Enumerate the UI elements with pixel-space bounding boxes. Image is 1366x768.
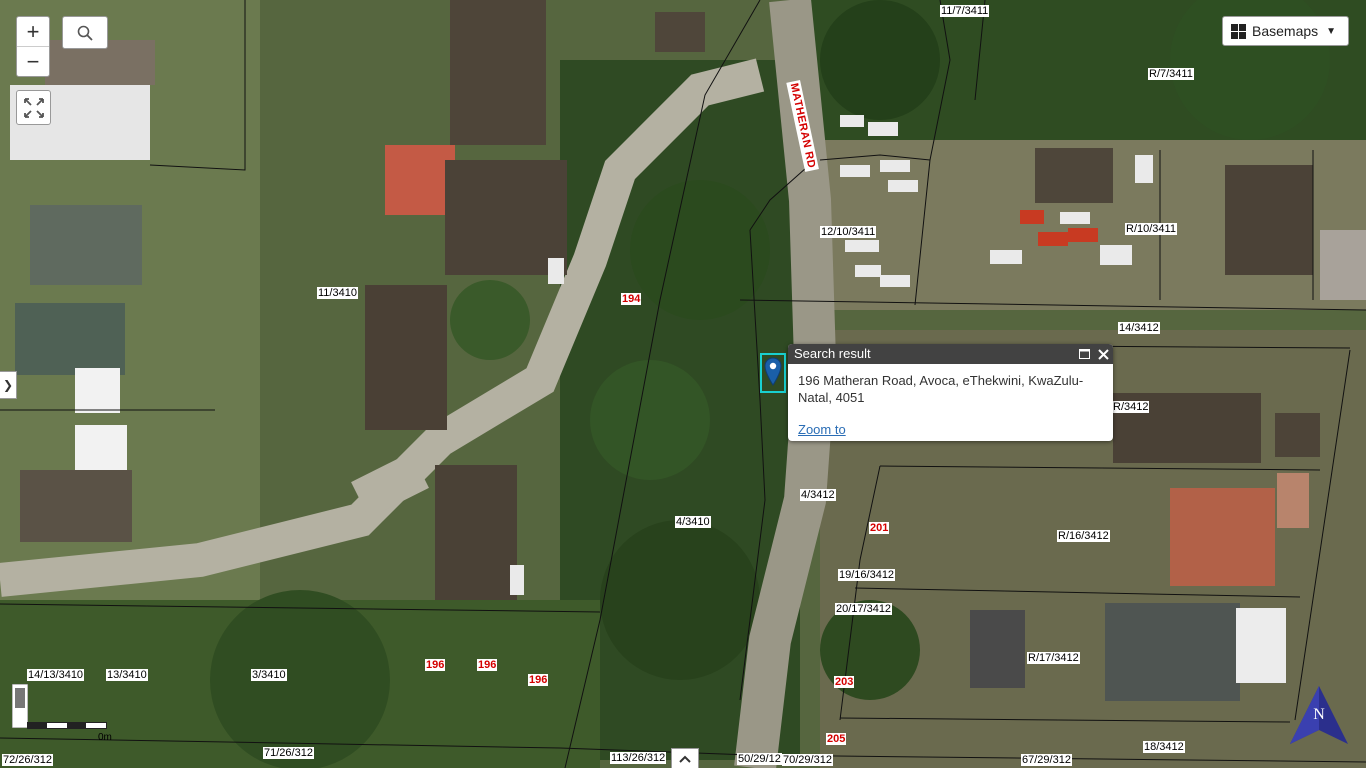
- maximize-icon[interactable]: [1079, 349, 1090, 359]
- parcel-label: 19/16/3412: [838, 569, 896, 581]
- grid-icon: [1231, 23, 1246, 39]
- street-number: 194: [621, 293, 642, 305]
- street-number: 196: [425, 659, 446, 671]
- parcel-label: 72/26/312: [2, 754, 53, 766]
- street-number: 203: [834, 676, 855, 688]
- chevron-up-icon: [679, 755, 691, 763]
- popup-address: 196 Matheran Road, Avoca, eThekwini, Kwa…: [798, 373, 1084, 405]
- parcel-label: R/16/3412: [1057, 530, 1110, 542]
- parcel-label: 113/26/312: [610, 752, 667, 764]
- full-extent-icon: [23, 97, 44, 118]
- close-icon[interactable]: [1098, 348, 1109, 360]
- parcel-label: 3/3410: [251, 669, 287, 681]
- parcel-label: 20/17/3412: [835, 603, 893, 615]
- zoom-in-button[interactable]: +: [17, 17, 49, 46]
- aerial-map[interactable]: 11/7/3411 R/7/3411 12/10/3411 R/10/3411 …: [0, 0, 1366, 768]
- side-panel-toggle[interactable]: ❯: [0, 371, 17, 399]
- parcel-label: 4/3412: [800, 489, 836, 501]
- basemaps-label: Basemaps: [1252, 23, 1319, 39]
- parcel-label: 71/26/312: [263, 747, 314, 759]
- parcel-label: 70/29/312: [782, 754, 833, 766]
- parcel-label: 50/29/12: [737, 753, 782, 765]
- zoom-to-link[interactable]: Zoom to: [798, 422, 846, 437]
- zoom-control: + −: [16, 16, 50, 77]
- search-result-popup: Search result 196 Matheran Road, Avoca, …: [788, 344, 1113, 441]
- parcel-label: 4/3410: [675, 516, 711, 528]
- zoom-out-button[interactable]: −: [17, 46, 49, 76]
- caret-down-icon: ▼: [1326, 25, 1337, 37]
- parcel-label: 18/3412: [1143, 741, 1185, 753]
- street-number: 201: [869, 522, 890, 534]
- aerial-imagery: [0, 0, 1366, 768]
- street-number: 205: [826, 733, 847, 745]
- north-label: N: [1313, 706, 1325, 723]
- popup-title: Search result: [794, 346, 871, 361]
- scale-bar: [27, 722, 107, 729]
- basemaps-button[interactable]: Basemaps ▼: [1222, 16, 1349, 46]
- location-pin-icon[interactable]: [764, 357, 782, 387]
- parcel-label: 14/3412: [1118, 322, 1160, 334]
- scale-icon: [12, 684, 28, 728]
- full-extent-button[interactable]: [16, 90, 51, 125]
- parcel-label: R/7/3411: [1148, 68, 1194, 80]
- parcel-label: 12/10/3411: [820, 226, 877, 238]
- parcel-label: 14/13/3410: [27, 669, 85, 681]
- parcel-label: 13/3410: [106, 669, 148, 681]
- search-icon: [77, 25, 93, 41]
- parcel-label: R/17/3412: [1027, 652, 1080, 664]
- north-arrow-icon: N: [1290, 686, 1348, 744]
- parcel-label: R/3412: [1112, 401, 1150, 413]
- parcel-label: 67/29/312: [1021, 754, 1072, 766]
- street-number: 196: [477, 659, 498, 671]
- parcel-label: 11/7/3411: [940, 5, 990, 17]
- parcel-label: R/10/3411: [1125, 223, 1177, 235]
- street-number: 196: [528, 674, 549, 686]
- bottom-panel-toggle[interactable]: [671, 748, 699, 768]
- popup-header: Search result: [788, 344, 1113, 364]
- search-button[interactable]: [62, 16, 108, 49]
- scale-label: 0m: [98, 732, 112, 743]
- parcel-label: 11/3410: [317, 287, 358, 299]
